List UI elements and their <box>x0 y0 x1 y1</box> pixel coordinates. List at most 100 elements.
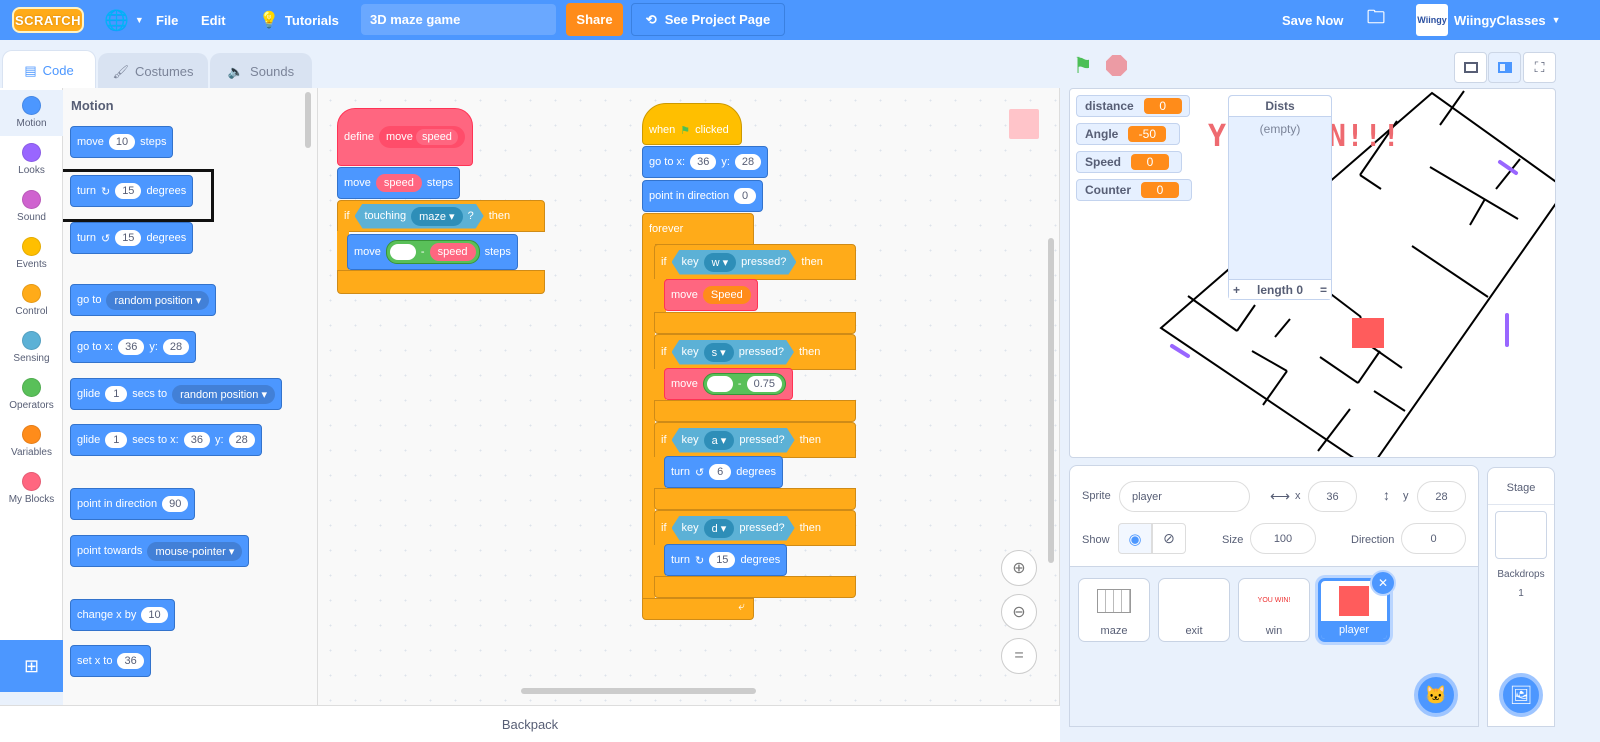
palette-go-to-xy-block[interactable]: go to x: 36 y: 28 <box>70 331 197 363</box>
category-control[interactable]: Control <box>0 278 63 324</box>
param-speed[interactable]: speed <box>415 129 458 145</box>
edit-menu[interactable]: Edit <box>201 0 226 40</box>
degrees-input[interactable]: 6 <box>709 464 732 480</box>
key-dropdown[interactable]: w ▾ <box>704 253 737 272</box>
x-input[interactable]: 36 <box>117 653 144 669</box>
if-key-a-block[interactable]: if key a ▾ pressed? then <box>654 422 856 458</box>
stage[interactable]: Y N!!! distance 0 Angle -50 Speed 0 Counter… <box>1069 88 1556 458</box>
secs-input[interactable]: 1 <box>105 432 128 448</box>
key-dropdown[interactable]: a ▾ <box>704 431 735 450</box>
sprite-name-input[interactable]: player <box>1119 481 1250 512</box>
target-dropdown[interactable]: mouse-pointer ▾ <box>147 541 243 561</box>
palette-turn-right-block[interactable]: turn ↻ 15 degrees <box>70 175 194 207</box>
category-looks[interactable]: Looks <box>0 137 63 183</box>
target-dropdown[interactable]: random position ▾ <box>172 384 275 404</box>
x-input[interactable]: 36 <box>118 339 145 355</box>
key-pressed-condition[interactable]: key s ▾ pressed? <box>672 340 794 365</box>
define-block[interactable]: define move speed <box>337 108 473 166</box>
number-input[interactable]: 0.75 <box>746 376 782 392</box>
key-pressed-condition[interactable]: key w ▾ pressed? <box>672 250 797 275</box>
direction-input[interactable]: 90 <box>162 496 189 512</box>
zoom-out-button[interactable]: ⊖ <box>1001 594 1037 630</box>
small-stage-button[interactable] <box>1454 52 1487 83</box>
speed-variable[interactable]: Speed <box>702 286 751 304</box>
palette-glide-block[interactable]: glide 1 secs to random position ▾ <box>70 378 282 410</box>
target-dropdown[interactable]: random position ▾ <box>106 290 210 310</box>
show-hidden-button[interactable]: ⊘ <box>1152 523 1186 554</box>
steps-input[interactable]: 10 <box>108 134 136 150</box>
touching-dropdown[interactable]: maze ▾ <box>411 207 462 226</box>
scratch-logo[interactable]: SCRATCH <box>12 7 84 33</box>
account-menu[interactable]: Wiingy WiingyClasses ▼ <box>1416 0 1561 40</box>
delete-sprite-button[interactable]: ✕ <box>1370 570 1396 596</box>
key-pressed-condition[interactable]: key a ▾ pressed? <box>672 428 795 453</box>
key-dropdown[interactable]: s ▾ <box>704 343 734 362</box>
move-custom-block[interactable]: move -0.75 <box>664 368 793 400</box>
stage-target-panel[interactable]: Stage Backdrops 1 🖼 <box>1487 467 1555 727</box>
degrees-input[interactable]: 15 <box>115 183 142 199</box>
speed-reporter[interactable]: speed <box>429 243 476 261</box>
stop-button[interactable] <box>1106 55 1127 76</box>
if-key-w-block[interactable]: if key w ▾ pressed? then <box>654 244 856 280</box>
sprite-thumb-exit[interactable]: exit <box>1158 578 1230 642</box>
category-motion[interactable]: Motion <box>0 90 63 136</box>
y-input[interactable]: 28 <box>228 432 255 448</box>
if-key-d-block[interactable]: if key d ▾ pressed? then <box>654 510 856 546</box>
speed-reporter[interactable]: speed <box>375 174 422 192</box>
category-operators[interactable]: Operators <box>0 372 63 418</box>
choose-sprite-button[interactable]: 🐱 <box>1414 673 1458 717</box>
add-extension-button[interactable]: ⊞ <box>0 640 63 692</box>
palette-turn-left-block[interactable]: turn ↺ 15 degrees <box>70 222 194 254</box>
if-key-s-block[interactable]: if key s ▾ pressed? then <box>654 334 856 370</box>
palette-point-direction-block[interactable]: point in direction 90 <box>70 488 196 520</box>
direction-input[interactable]: 0 <box>1401 523 1466 554</box>
category-sensing[interactable]: Sensing <box>0 325 63 371</box>
secs-input[interactable]: 1 <box>105 386 128 402</box>
direction-input[interactable]: 0 <box>734 188 757 204</box>
sprite-thumb-maze[interactable]: maze <box>1078 578 1150 642</box>
palette-scrollbar[interactable] <box>305 92 311 148</box>
y-input[interactable]: 28 <box>162 339 190 355</box>
palette-glide-xy-block[interactable]: glide 1 secs to x: 36 y: 28 <box>70 424 262 456</box>
tutorials-button[interactable]: 💡 Tutorials <box>259 0 339 40</box>
vertical-scrollbar[interactable] <box>1048 238 1054 563</box>
list-resize-handle[interactable]: = <box>1320 283 1327 297</box>
monitor-angle[interactable]: Angle -50 <box>1076 123 1180 145</box>
point-in-direction-block[interactable]: point in direction 0 <box>642 180 764 212</box>
fullscreen-button[interactable]: ⛶ <box>1523 52 1556 83</box>
palette-move-block[interactable]: move 10 steps <box>70 126 174 158</box>
turn-left-block[interactable]: turn ↺ 6 degrees <box>664 456 783 488</box>
turn-right-block[interactable]: turn ↻ 15 degrees <box>664 544 788 576</box>
palette-change-x-block[interactable]: change x by 10 <box>70 599 175 631</box>
size-input[interactable]: 100 <box>1250 523 1316 554</box>
key-pressed-condition[interactable]: key d ▾ pressed? <box>672 516 795 541</box>
when-flag-clicked-block[interactable]: when ⚑ clicked <box>642 103 742 145</box>
go-to-xy-block[interactable]: go to x: 36 y: 28 <box>642 146 769 178</box>
subtract-operator[interactable]: -0.75 <box>702 373 786 395</box>
horizontal-scrollbar[interactable] <box>521 688 756 694</box>
if-block[interactable]: if touching maze ▾? then <box>337 200 545 232</box>
x-input[interactable]: 36 <box>690 154 717 170</box>
my-stuff-button[interactable]: 🗀 <box>1367 0 1385 40</box>
x-input[interactable]: 36 <box>1308 481 1357 512</box>
degrees-input[interactable]: 15 <box>709 552 736 568</box>
file-menu[interactable]: File <box>156 0 178 40</box>
subtract-operator[interactable]: - speed <box>385 240 480 264</box>
y-input[interactable]: 28 <box>1417 481 1466 512</box>
see-project-page-button[interactable]: ⟲ See Project Page <box>631 3 785 36</box>
save-now-button[interactable]: Save Now <box>1282 0 1343 40</box>
palette-go-to-block[interactable]: go to random position ▾ <box>70 284 217 316</box>
zoom-in-button[interactable]: ⊕ <box>1001 550 1037 586</box>
move-custom-block[interactable]: move Speed <box>664 279 758 311</box>
move-steps-block[interactable]: move - speed steps <box>347 234 518 270</box>
tab-costumes[interactable]: 🖌 Costumes <box>98 53 208 89</box>
y-input[interactable]: 28 <box>734 154 762 170</box>
normal-stage-button[interactable] <box>1488 52 1521 83</box>
list-monitor-dists[interactable]: Dists (empty) + length 0 = <box>1228 95 1332 300</box>
share-button[interactable]: Share <box>566 3 623 36</box>
monitor-speed[interactable]: Speed 0 <box>1076 151 1182 173</box>
forever-block[interactable]: forever <box>642 213 754 245</box>
touching-condition[interactable]: touching maze ▾? <box>355 204 484 229</box>
monitor-distance[interactable]: distance 0 <box>1076 95 1190 117</box>
degrees-input[interactable]: 15 <box>115 230 142 246</box>
